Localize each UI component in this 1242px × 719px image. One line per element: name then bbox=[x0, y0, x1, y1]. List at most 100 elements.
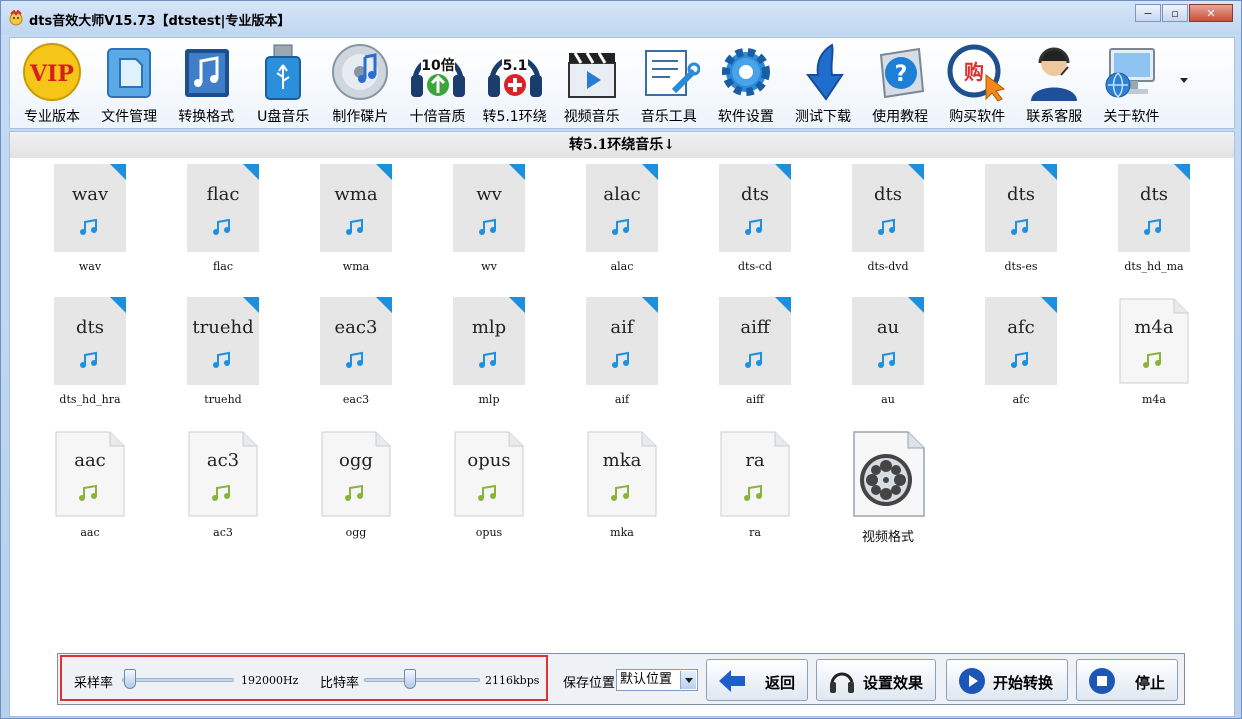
format-caption: aiff bbox=[746, 393, 764, 406]
toolbar-help-button[interactable]: ? 使用教程 bbox=[862, 38, 938, 128]
music-note-icon bbox=[454, 431, 524, 517]
set-effects-label: 设置效果 bbox=[863, 674, 924, 692]
file-extension-label: afc bbox=[1007, 317, 1035, 338]
section-title-text: 转5.1环绕音乐 bbox=[568, 137, 664, 153]
format-item-au[interactable]: au au bbox=[830, 297, 940, 417]
start-convert-button[interactable]: 开始转换 bbox=[946, 659, 1068, 701]
bit-rate-slider-thumb[interactable] bbox=[403, 669, 416, 689]
toolbar-more-chevron-icon[interactable] bbox=[1180, 78, 1188, 83]
format-item-aac[interactable]: aac aac bbox=[32, 430, 142, 550]
audio-file-icon: opus bbox=[453, 430, 525, 518]
toolbar-clapperboard-button[interactable]: 视频音乐 bbox=[554, 38, 630, 128]
format-caption: wv bbox=[481, 260, 497, 273]
format-item-视频格式[interactable]: 视频格式 bbox=[830, 430, 940, 550]
toolbar-usb-drive-button[interactable]: U盘音乐 bbox=[245, 38, 321, 128]
stop-button[interactable]: 停止 bbox=[1076, 659, 1178, 701]
format-item-truehd[interactable]: truehd truehd bbox=[165, 297, 275, 417]
file-extension-label: ac3 bbox=[206, 450, 240, 471]
bit-rate-value: 2116kbps bbox=[485, 674, 540, 687]
file-extension-label: flac bbox=[206, 184, 240, 205]
music-note-icon bbox=[320, 297, 392, 385]
format-caption: ogg bbox=[345, 526, 367, 539]
toolbar-headphones-51-button[interactable]: 5.1 转5.1环绕 bbox=[477, 38, 553, 128]
toolbar-headphones-10x-button[interactable]: 10倍 十倍音质 bbox=[400, 38, 476, 128]
stop-icon bbox=[1089, 668, 1115, 694]
format-item-dts_hd_hra[interactable]: dts dts_hd_hra bbox=[32, 297, 142, 417]
format-item-aif[interactable]: aif aif bbox=[564, 297, 674, 417]
file-extension-label: ra bbox=[745, 450, 765, 471]
format-item-eac3[interactable]: eac3 eac3 bbox=[298, 297, 408, 417]
toolbar-download-arrow-button[interactable]: 测试下载 bbox=[785, 38, 861, 128]
format-caption: flac bbox=[212, 260, 234, 273]
toolbar-label: 视频音乐 bbox=[563, 109, 620, 125]
toolbar-music-note-button[interactable]: 转换格式 bbox=[168, 38, 244, 128]
vip-icon: VIP bbox=[23, 43, 81, 101]
audio-file-icon: aif bbox=[586, 297, 658, 385]
disc-icon bbox=[332, 44, 389, 100]
toolbar-computer-globe-button[interactable]: 关于软件 bbox=[1093, 38, 1169, 128]
start-convert-label: 开始转换 bbox=[993, 674, 1054, 692]
support-agent-icon bbox=[1031, 47, 1078, 101]
format-item-dts-es[interactable]: dts dts-es bbox=[963, 164, 1073, 284]
dropdown-chevron-icon[interactable] bbox=[680, 671, 696, 689]
maximize-button[interactable]: ▫ bbox=[1162, 4, 1188, 22]
file-extension-label: aif bbox=[610, 317, 634, 338]
format-item-opus[interactable]: opus opus bbox=[431, 430, 541, 550]
format-item-aiff[interactable]: aiff aiff bbox=[697, 297, 807, 417]
sample-rate-slider-thumb[interactable] bbox=[124, 669, 136, 689]
play-icon bbox=[959, 668, 985, 694]
toolbar-label: 购买软件 bbox=[949, 109, 1006, 125]
format-caption: dts_hd_hra bbox=[59, 393, 121, 406]
close-button[interactable]: ✕ bbox=[1189, 4, 1233, 22]
format-item-dts_hd_ma[interactable]: dts dts_hd_ma bbox=[1096, 164, 1206, 284]
music-note-icon bbox=[54, 164, 126, 252]
format-caption: alac bbox=[610, 260, 634, 273]
audio-file-icon: alac bbox=[586, 164, 658, 252]
svg-text:?: ? bbox=[895, 62, 908, 87]
format-caption: dts-dvd bbox=[867, 260, 909, 273]
format-item-dts-dvd[interactable]: dts dts-dvd bbox=[830, 164, 940, 284]
format-item-ogg[interactable]: ogg ogg bbox=[298, 430, 408, 550]
toolbar-buy-cursor-button[interactable]: 购购买软件 bbox=[939, 38, 1015, 128]
format-item-wv[interactable]: wv wv bbox=[431, 164, 541, 284]
format-item-alac[interactable]: alac alac bbox=[564, 164, 674, 284]
toolbar-support-agent-button[interactable]: 联系客服 bbox=[1016, 38, 1092, 128]
bit-rate-track[interactable] bbox=[364, 678, 480, 682]
format-item-mlp[interactable]: mlp mlp bbox=[431, 297, 541, 417]
format-caption: m4a bbox=[1142, 393, 1166, 406]
music-note-icon bbox=[320, 164, 392, 252]
format-item-afc[interactable]: afc afc bbox=[963, 297, 1073, 417]
format-item-ac3[interactable]: ac3 ac3 bbox=[165, 430, 275, 550]
format-caption: 视频格式 bbox=[861, 530, 914, 545]
toolbar-vip-button[interactable]: VIP 专业版本 bbox=[14, 38, 90, 128]
format-item-ra[interactable]: ra ra bbox=[697, 430, 807, 550]
toolbar-disc-button[interactable]: 制作碟片 bbox=[322, 38, 398, 128]
back-label: 返回 bbox=[765, 674, 796, 692]
format-item-m4a[interactable]: m4a m4a bbox=[1096, 297, 1206, 417]
format-item-mka[interactable]: mka mka bbox=[564, 430, 674, 550]
title-bar[interactable]: dts音效大师V15.73【dtstest|专业版本】 − ▫ ✕ bbox=[1, 1, 1241, 35]
section-title: 转5.1环绕音乐↓ bbox=[10, 132, 1234, 158]
back-button[interactable]: 返回 bbox=[706, 659, 808, 701]
minimize-button[interactable]: − bbox=[1135, 4, 1161, 22]
sample-rate-track[interactable] bbox=[122, 678, 234, 682]
format-caption: mka bbox=[610, 526, 634, 539]
toolbar-label: 十倍音质 bbox=[409, 109, 466, 125]
music-note-icon bbox=[720, 431, 790, 517]
clapperboard-icon bbox=[567, 52, 616, 98]
file-extension-label: dts bbox=[741, 184, 769, 205]
toolbar-file-manager-button[interactable]: 文件管理 bbox=[91, 38, 167, 128]
music-note-icon bbox=[852, 164, 924, 252]
file-extension-label: dts bbox=[874, 184, 902, 205]
toolbar-tools-button[interactable]: 音乐工具 bbox=[631, 38, 707, 128]
music-note-icon bbox=[54, 297, 126, 385]
save-location-select[interactable]: 默认位置 bbox=[616, 669, 698, 691]
set-effects-button[interactable]: 设置效果 bbox=[816, 659, 936, 701]
format-item-flac[interactable]: flac flac bbox=[165, 164, 275, 284]
format-item-wav[interactable]: wav wav bbox=[32, 164, 142, 284]
format-item-dts-cd[interactable]: dts dts-cd bbox=[697, 164, 807, 284]
window-title: dts音效大师V15.73【dtstest|专业版本】 bbox=[29, 14, 291, 29]
format-item-wma[interactable]: wma wma bbox=[298, 164, 408, 284]
music-note-icon bbox=[985, 297, 1057, 385]
toolbar-gear-button[interactable]: 软件设置 bbox=[708, 38, 784, 128]
